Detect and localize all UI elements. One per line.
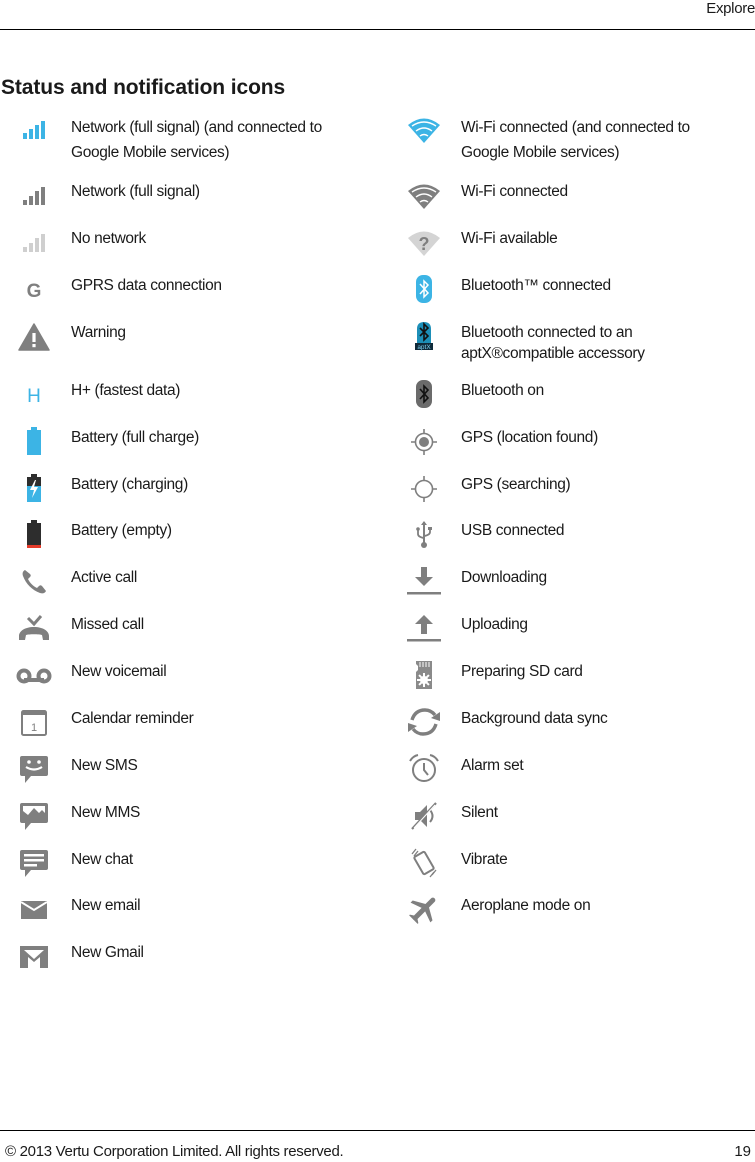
item-label: USB connected [461,522,565,539]
wifi-available-icon: ? [406,228,442,258]
svg-text:?: ? [419,234,430,254]
list-item: Bluetooth on [0,380,755,420]
usb-icon [406,520,442,550]
item-label: GPS (searching) [461,476,571,493]
list-item: Aeroplane mode on [0,895,755,935]
item-label: Wi-Fi connected (and connected to Google … [461,119,690,161]
item-label: Vibrate [461,851,508,868]
wifi-icon [406,181,442,211]
item-label: Bluetooth connected to an aptX®compatible… [461,324,645,362]
list-item: Bluetooth™ connected [0,275,755,315]
page-title: Status and notification icons [1,76,286,99]
header-divider [0,29,755,30]
list-item: Alarm set [0,752,755,795]
item-label: Bluetooth™ connected [461,277,611,294]
list-item: Vibrate [0,846,755,889]
bluetooth-aptx-icon: aptX [406,319,442,353]
list-item: Wi-Fi connected [0,181,755,221]
list-item: ? Wi-Fi available [0,228,755,268]
list-item: GPS (location found) [0,427,755,467]
svg-text:aptX: aptX [417,344,431,351]
footer-divider [0,1130,755,1131]
copyright-text: © 2013 Vertu Corporation Limited. All ri… [5,1143,344,1160]
item-label: Aeroplane mode on [461,897,591,914]
item-label: GPS (location found) [461,429,598,446]
list-item: Wi-Fi connected (and connected to Google … [0,115,755,161]
gps-found-icon [406,427,442,457]
item-label: Uploading [461,616,528,633]
list-item: Uploading [0,614,755,654]
wifi-blue-icon [406,115,442,145]
bluetooth-on-icon [406,377,442,411]
sd-card-icon [406,658,442,692]
list-item: Preparing SD card [0,661,755,701]
upload-icon [406,611,442,645]
list-item: aptX Bluetooth connected to an aptX®compa… [0,322,755,362]
list-item: Background data sync [0,708,755,748]
bluetooth-connected-icon [406,272,442,306]
silent-icon [406,799,442,833]
item-label: Downloading [461,569,547,586]
list-item: Downloading [0,567,755,607]
list-item: Silent [0,802,755,842]
alarm-icon [406,752,442,786]
item-label: Alarm set [461,757,524,774]
gmail-icon [16,942,52,972]
item-label: Wi-Fi connected [461,183,568,200]
page-number: 19 [734,1143,751,1160]
item-label: Background data sync [461,710,608,727]
item-label: Bluetooth on [461,382,544,399]
list-item: USB connected [0,520,755,560]
item-label: Wi-Fi available [461,230,558,247]
download-icon [406,564,442,598]
item-label: Silent [461,804,498,821]
item-label: New Gmail [71,944,144,961]
airplane-icon [406,892,442,926]
gps-searching-icon [406,474,442,504]
sync-icon [406,705,442,739]
list-item: New Gmail [0,942,390,982]
vibrate-icon [406,846,442,880]
list-item: GPS (searching) [0,474,755,514]
item-label: Preparing SD card [461,663,583,680]
section-name: Explore [706,0,755,17]
